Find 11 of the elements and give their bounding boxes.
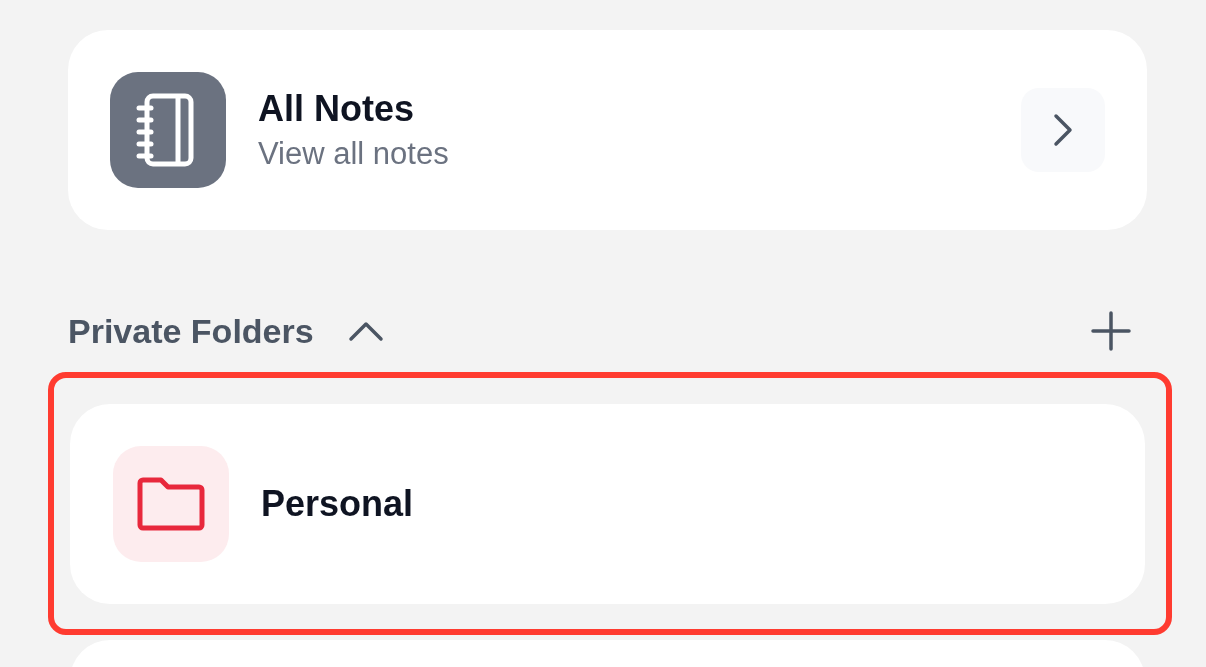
notebook-icon [110, 72, 226, 188]
card-subtitle: View all notes [258, 136, 450, 172]
folder-icon [137, 477, 205, 531]
card-title: All Notes [258, 88, 416, 130]
all-notes-card[interactable]: All Notes View all notes [68, 30, 1147, 230]
folder-card[interactable]: Personal [70, 404, 1145, 604]
folder-name: Personal [261, 483, 414, 525]
add-icon[interactable] [1091, 311, 1131, 351]
chevron-right-icon[interactable] [1021, 88, 1105, 172]
chevron-up-icon[interactable] [347, 320, 384, 342]
section-title: Private Folders [68, 311, 314, 351]
